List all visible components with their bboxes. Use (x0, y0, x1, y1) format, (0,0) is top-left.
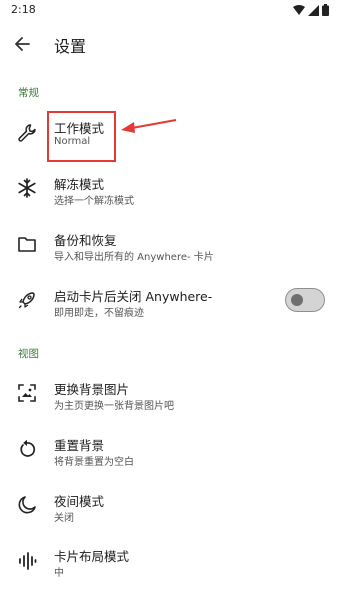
night-mode-value: 关闭 (54, 513, 74, 524)
status-icons (293, 4, 329, 16)
wifi-icon (293, 4, 305, 15)
night-mode-title: 夜间模式 (54, 494, 105, 509)
annotation-highlight-box (47, 111, 116, 162)
backup-restore-title: 备份和恢复 (54, 233, 117, 248)
change-background-subtitle: 为主页更换一张背景图片吧 (54, 401, 174, 412)
card-layout-title: 卡片布局模式 (54, 549, 130, 564)
reset-background-title: 重置背景 (54, 438, 105, 453)
setting-change-background[interactable]: 更换背景图片 为主页更换一张背景图片吧 (0, 370, 337, 426)
layout-bars-icon (16, 550, 38, 572)
status-bar: 2:18 (0, 0, 337, 22)
status-time: 2:18 (11, 3, 36, 16)
setting-card-layout[interactable]: 卡片布局模式 中 (0, 538, 337, 594)
signal-icon (308, 4, 319, 16)
reset-background-subtitle: 将背景重置为空白 (54, 457, 134, 468)
close-after-launch-title: 启动卡片后关闭 Anywhere- (54, 289, 213, 304)
snowflake-icon (16, 177, 38, 199)
backup-restore-subtitle: 导入和导出所有的 Anywhere- 卡片 (54, 252, 214, 263)
moon-icon (16, 494, 38, 516)
reset-icon (16, 438, 38, 460)
folder-icon (16, 233, 38, 255)
wrench-icon (16, 122, 38, 144)
setting-close-after-launch[interactable]: 启动卡片后关闭 Anywhere- 即用即走，不留痕迹 (0, 276, 337, 332)
unfreeze-mode-subtitle: 选择一个解冻模式 (54, 196, 134, 207)
section-header-general: 常规 (18, 87, 39, 99)
setting-backup-restore[interactable]: 备份和恢复 导入和导出所有的 Anywhere- 卡片 (0, 220, 337, 276)
close-after-launch-toggle[interactable] (285, 288, 325, 312)
unfreeze-mode-title: 解冻模式 (54, 177, 105, 192)
setting-reset-background[interactable]: 重置背景 将背景重置为空白 (0, 426, 337, 482)
arrow-left-icon (15, 37, 30, 51)
section-header-view: 视图 (18, 348, 39, 360)
change-background-title: 更换背景图片 (54, 382, 130, 397)
toggle-knob (291, 294, 303, 306)
app-bar: 设置 (0, 22, 337, 66)
page-title: 设置 (54, 37, 87, 56)
close-after-launch-subtitle: 即用即走，不留痕迹 (54, 308, 144, 319)
battery-icon (322, 4, 329, 16)
rocket-icon (16, 289, 38, 311)
back-button[interactable] (9, 31, 35, 57)
setting-unfreeze-mode[interactable]: 解冻模式 选择一个解冻模式 (0, 164, 337, 220)
card-layout-value: 中 (54, 568, 64, 579)
setting-night-mode[interactable]: 夜间模式 关闭 (0, 482, 337, 538)
wallpaper-icon (16, 382, 38, 404)
